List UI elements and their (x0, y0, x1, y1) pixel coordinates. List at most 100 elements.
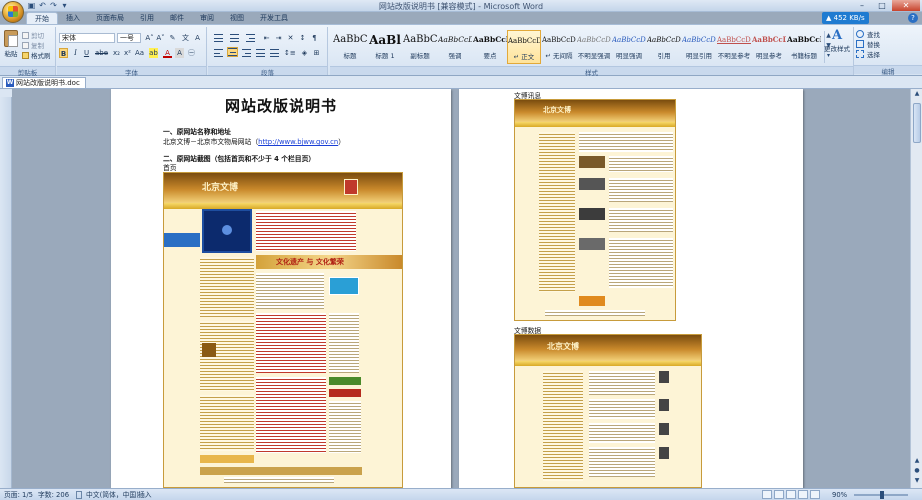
underline-button[interactable]: U (82, 48, 91, 58)
change-styles-button[interactable]: A 更改样式 (822, 28, 852, 53)
line-spacing-icon[interactable]: ↕≡ (284, 48, 296, 58)
network-speed-badge: ▲ 452 KB/s (822, 12, 869, 24)
align-center-icon[interactable] (227, 47, 238, 57)
style-emphasis[interactable]: AaBbCcD 强调 (438, 30, 472, 64)
previous-page-icon[interactable]: ▲ (911, 456, 922, 466)
phonetic-guide-icon[interactable]: 文 (181, 33, 190, 43)
office-button[interactable] (2, 1, 24, 23)
next-page-icon[interactable]: ▼ (911, 476, 922, 486)
style-intense-quote[interactable]: AaBbCcDd 明显引用 (682, 30, 716, 64)
sort-icon[interactable]: ↕ (298, 33, 307, 43)
style-quote[interactable]: AaBbCcDd 引用 (647, 30, 681, 64)
vertical-ruler[interactable] (0, 97, 12, 488)
replace-icon (856, 40, 864, 48)
vertical-scrollbar[interactable]: ▲ ▲ ● ▼ (910, 89, 922, 488)
maximize-button[interactable]: □ (872, 0, 892, 11)
style-subtle-reference[interactable]: AaBbCcDd 不明显参考 (717, 30, 751, 64)
enclose-char-icon[interactable]: ㊀ (187, 48, 196, 58)
full-screen-view-icon[interactable] (774, 490, 784, 499)
increase-indent-icon[interactable]: ⇥ (274, 33, 283, 43)
style-heading-1[interactable]: AaBl 标题 1 (368, 30, 402, 64)
show-marks-icon[interactable]: ¶ (310, 33, 319, 43)
shrink-font-icon[interactable]: A˅ (156, 33, 165, 43)
minimize-button[interactable]: – (852, 0, 872, 11)
select-button[interactable]: 选择 (856, 49, 880, 59)
zoom-level[interactable]: 90% (832, 490, 847, 500)
style-intense-reference[interactable]: AaBbCcD 明显参考 (752, 30, 786, 64)
tab-home[interactable]: 开始 (26, 12, 58, 24)
borders-icon[interactable]: ⊞ (312, 48, 321, 58)
ruler-toggle[interactable] (0, 89, 12, 97)
style-title[interactable]: AaBbC 标题 (333, 30, 367, 64)
print-layout-view-icon[interactable] (762, 490, 772, 499)
tab-references[interactable]: 引用 (132, 12, 162, 24)
cut-button[interactable]: 剪切 (22, 30, 44, 40)
draft-view-icon[interactable] (810, 490, 820, 499)
font-color-icon[interactable]: A (163, 48, 172, 58)
tab-review[interactable]: 审阅 (192, 12, 222, 24)
decrease-indent-icon[interactable]: ⇤ (262, 33, 271, 43)
word-count[interactable]: 字数: 206 (38, 490, 69, 500)
scroll-up-icon[interactable]: ▲ (911, 89, 922, 99)
tab-page-layout[interactable]: 页面布局 (88, 12, 132, 24)
language-indicator[interactable]: 中文(简体，中国) (86, 490, 139, 500)
bold-button[interactable]: B (59, 48, 68, 58)
insert-mode-indicator[interactable]: 插入 (138, 490, 152, 500)
replace-button[interactable]: 替换 (856, 39, 880, 49)
news-page-screenshot: 北京文博 (514, 99, 676, 321)
char-shading-icon[interactable]: A (175, 48, 184, 58)
tab-developer[interactable]: 开发工具 (252, 12, 296, 24)
style-strong[interactable]: AaBbCcD 要点 (473, 30, 507, 64)
document-tab[interactable]: W 网站改版说明书.doc (2, 77, 86, 88)
outline-view-icon[interactable] (798, 490, 808, 499)
find-button[interactable]: 查找 (856, 29, 880, 39)
numbering-icon[interactable] (230, 34, 239, 42)
website-link[interactable]: http://www.bjww.gov.cn (258, 138, 338, 146)
justify-icon[interactable] (256, 49, 265, 57)
news-left-column (539, 132, 575, 292)
help-icon[interactable]: ? (908, 13, 918, 23)
subscript-button[interactable]: x₂ (112, 48, 121, 58)
style-subtle-emphasis[interactable]: AaBbCcDd 不明显强调 (577, 30, 611, 64)
shading-icon[interactable]: ◈ (300, 48, 309, 58)
italic-button[interactable]: I (71, 48, 80, 58)
align-right-icon[interactable] (242, 49, 251, 57)
copy-icon (22, 41, 29, 49)
change-case-icon[interactable]: Aa (135, 48, 144, 58)
style-intense-emphasis[interactable]: AaBbCcDd 明显强调 (612, 30, 646, 64)
proofing-icon[interactable] (76, 491, 82, 499)
zoom-slider[interactable] (854, 491, 908, 499)
bullets-icon[interactable] (214, 34, 223, 42)
paste-button[interactable]: 粘贴 (3, 30, 19, 58)
strikethrough-button[interactable]: abe (95, 48, 108, 58)
zoom-slider-knob[interactable] (880, 491, 884, 499)
page-count[interactable]: 页面: 1/5 (4, 490, 33, 500)
copy-button[interactable]: 复制 (22, 40, 44, 50)
chinese-layout-icon[interactable]: ✕ (286, 33, 295, 43)
char-border-icon[interactable]: A (193, 33, 202, 43)
style-normal[interactable]: AaBbCcDd ↵ 正文 (507, 30, 541, 64)
font-name-select[interactable]: 宋体 (59, 33, 115, 43)
close-button[interactable]: ✕ (892, 0, 920, 11)
page-2[interactable]: 文博讯息 北京文博 文博数据 北京文博 (459, 89, 803, 488)
style-subtitle[interactable]: AaBbC 副标题 (403, 30, 437, 64)
style-no-spacing[interactable]: AaBbCcDd ↵ 无间隔 (542, 30, 576, 64)
highlight-color-icon[interactable]: ab (149, 48, 158, 58)
web-layout-view-icon[interactable] (786, 490, 796, 499)
distributed-icon[interactable] (270, 49, 279, 57)
style-book-title[interactable]: AaBbCcI 书籍标题 (787, 30, 821, 64)
superscript-button[interactable]: x² (123, 48, 132, 58)
tab-view[interactable]: 视图 (222, 12, 252, 24)
tab-mailings[interactable]: 邮件 (162, 12, 192, 24)
browse-object-icon[interactable]: ● (911, 466, 922, 476)
page-1[interactable]: 网站改版说明书 一、原网站名称和地址 北京文博－北京市文物局网站（http://… (111, 89, 451, 488)
grow-font-icon[interactable]: A˄ (145, 33, 154, 43)
scrollbar-thumb[interactable] (913, 103, 921, 143)
align-left-icon[interactable] (214, 49, 223, 57)
clear-format-icon[interactable]: ✎ (168, 33, 177, 43)
site-logo-strip (200, 467, 362, 475)
tab-insert[interactable]: 插入 (58, 12, 88, 24)
format-painter-button[interactable]: 格式刷 (22, 50, 51, 60)
multilevel-list-icon[interactable] (246, 34, 255, 42)
font-size-select[interactable]: 一号 (117, 33, 141, 43)
